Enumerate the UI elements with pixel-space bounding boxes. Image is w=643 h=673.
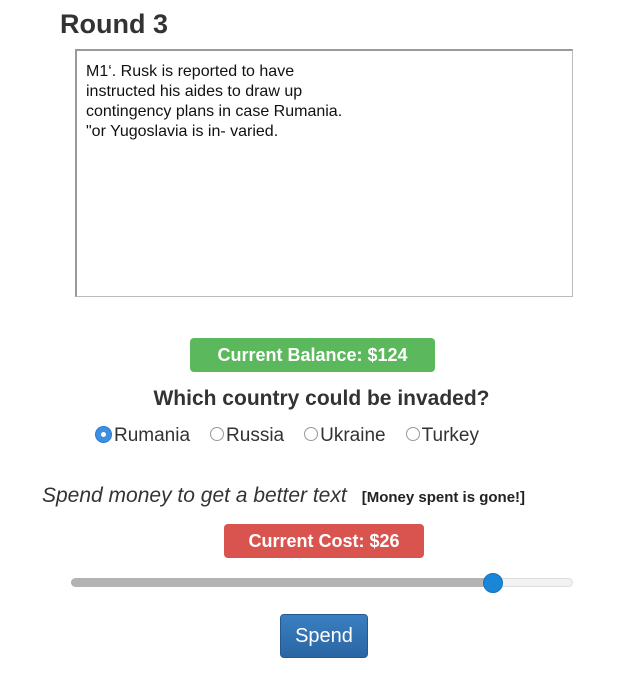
radio-button-rumania[interactable]: [95, 425, 112, 443]
radio-option-ukraine[interactable]: Ukraine: [304, 425, 386, 447]
radio-label-ukraine: Ukraine: [320, 425, 386, 446]
round-title: Round 3: [60, 9, 168, 39]
document-text-area[interactable]: M1‘. Rusk is reported to have instructed…: [75, 49, 573, 297]
radio-label-russia: Russia: [226, 425, 285, 446]
radio-button-turkey[interactable]: [405, 427, 420, 441]
radio-label-rumania: Rumania: [114, 425, 191, 446]
money-spent-note: [Money spent is gone!]: [361, 489, 526, 506]
spend-button[interactable]: Spend: [280, 614, 368, 658]
spend-prompt-line: Spend money to get a better text [Money …: [42, 484, 525, 508]
current-cost-badge: Current Cost: $26: [224, 524, 424, 558]
radio-option-turkey[interactable]: Turkey: [405, 425, 479, 447]
radio-option-rumania[interactable]: Rumania: [95, 425, 190, 447]
radio-label-turkey: Turkey: [421, 425, 479, 446]
question-text: Which country could be invaded?: [153, 387, 490, 410]
spend-slider-thumb[interactable]: [482, 573, 503, 593]
radio-button-ukraine[interactable]: [304, 427, 319, 441]
spend-slider-fill: [71, 578, 493, 587]
radio-button-russia[interactable]: [210, 427, 225, 441]
spend-prompt-text: Spend money to get a better text: [42, 484, 347, 507]
radio-option-russia[interactable]: Russia: [210, 425, 284, 447]
country-radio-group: Rumania Russia Ukraine Turkey: [95, 425, 499, 447]
current-balance-badge: Current Balance: $124: [190, 338, 435, 372]
